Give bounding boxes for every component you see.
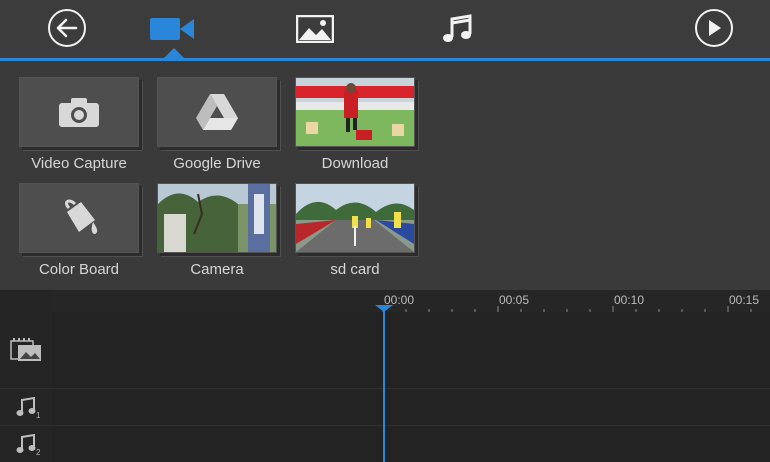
track-number: 2 [36, 448, 41, 457]
source-label: Google Drive [173, 155, 261, 172]
source-color-board[interactable]: Color Board [19, 183, 139, 278]
source-label: Camera [190, 261, 244, 278]
video-track[interactable] [52, 312, 770, 389]
download-thumbnail [296, 78, 414, 146]
google-drive-icon [196, 94, 238, 130]
active-tab-indicator [164, 48, 184, 58]
source-label: Download [321, 155, 389, 172]
track-number: 1 [36, 411, 41, 420]
source-google-drive[interactable]: Google Drive [157, 77, 277, 172]
paint-bucket-icon [65, 199, 98, 234]
media-source-grid: Video Capture Google Drive Download Colo… [0, 61, 770, 290]
play-icon[interactable] [695, 9, 733, 47]
back-arrow-icon[interactable] [48, 9, 86, 47]
camera-icon [59, 98, 99, 127]
audio-track-2-header: 2 [0, 426, 52, 462]
audio-track-1-header: 1 [0, 389, 52, 426]
source-download[interactable]: Download [295, 77, 415, 172]
source-label: sd card [330, 261, 380, 278]
audio-track-2[interactable] [52, 426, 770, 462]
music-track-icon [16, 434, 36, 453]
ruler-ticks [382, 306, 752, 312]
source-label: Video Capture [31, 155, 127, 172]
image-icon[interactable] [296, 14, 334, 44]
video-camera-icon[interactable] [150, 14, 196, 44]
music-note-icon[interactable] [440, 12, 474, 46]
video-image-track-icon [10, 338, 41, 361]
playhead-line[interactable] [383, 307, 385, 462]
source-camera[interactable]: Camera [157, 183, 277, 278]
time-ruler[interactable]: 00:00 00:05 00:10 00:15 [52, 290, 770, 313]
source-video-capture[interactable]: Video Capture [19, 77, 139, 172]
sd-card-thumbnail [296, 184, 414, 252]
source-label: Color Board [38, 261, 120, 278]
top-toolbar [0, 0, 770, 58]
source-sd-card[interactable]: sd card [295, 183, 415, 278]
music-track-icon [16, 397, 36, 416]
timeline-panel: 00:00 00:05 00:10 00:15 1 2 [0, 290, 770, 462]
audio-track-1[interactable] [52, 389, 770, 426]
video-track-header [0, 312, 52, 389]
camera-thumbnail [158, 184, 276, 252]
